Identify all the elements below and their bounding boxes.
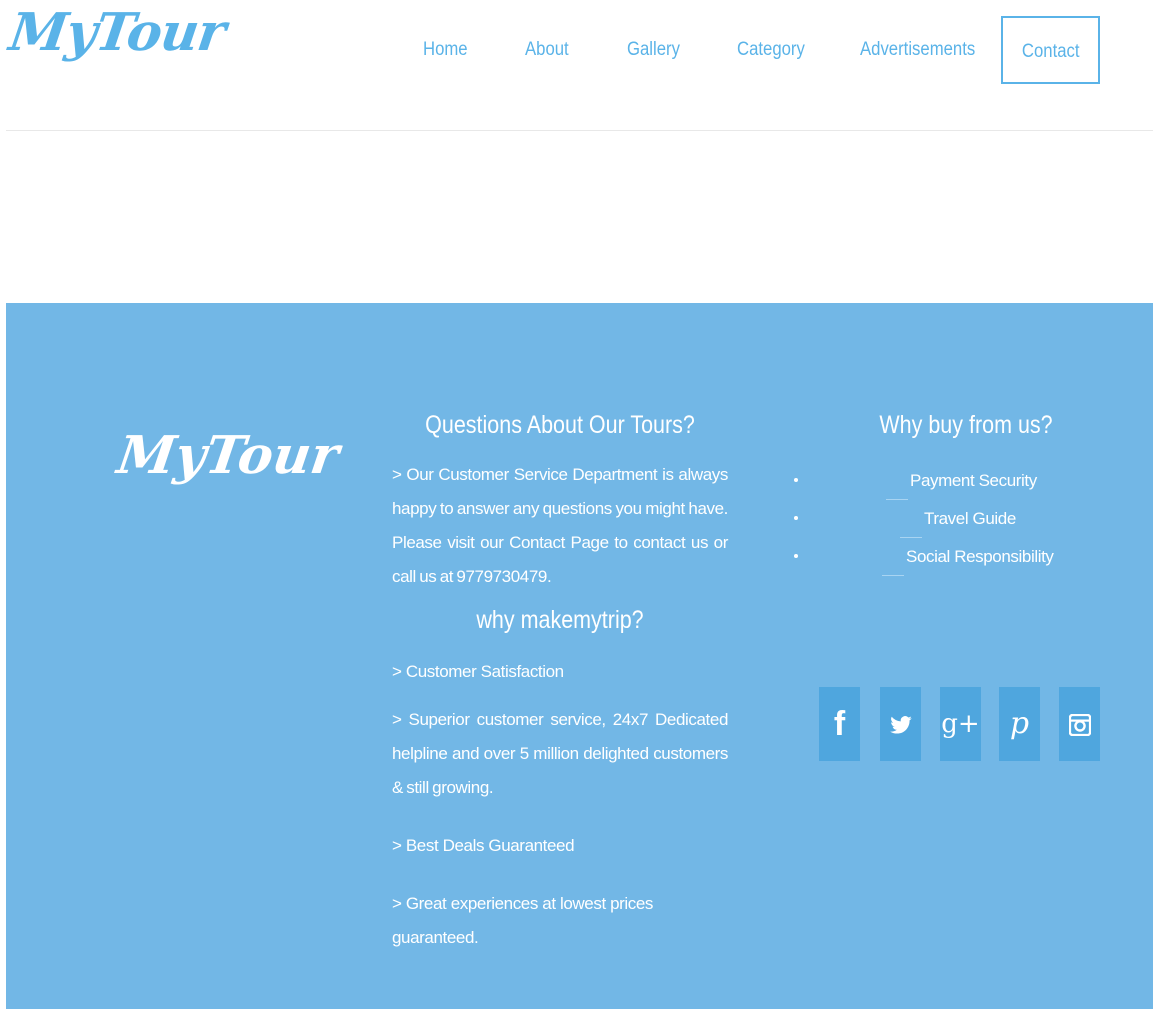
nav-gallery[interactable]: Gallery: [627, 16, 680, 84]
twitter-icon[interactable]: [880, 687, 921, 761]
header-divider: [6, 130, 1153, 131]
why-item-3: > Best Deals Guaranteed: [392, 836, 575, 855]
instagram-icon[interactable]: [1059, 687, 1100, 761]
nav-contact-label: Contact: [1021, 41, 1080, 62]
nav-advertisements[interactable]: Advertisements: [860, 16, 975, 84]
nav-about[interactable]: About: [525, 16, 569, 84]
footer-why-buy-column: Why buy from us? Payment Security Travel…: [786, 411, 1116, 576]
why-buy-item: Social Responsibility: [786, 538, 1116, 576]
why-item-1: > Customer Satisfaction: [392, 662, 564, 681]
why-item-4: > Great experiences at lowest prices gua…: [392, 894, 654, 947]
site-header: MyTour Home About Gallery Category Adver…: [0, 0, 1153, 131]
why-buy-list: Payment Security Travel Guide Social Res…: [786, 462, 1116, 576]
questions-text: > Our Customer Service Department is alw…: [392, 465, 728, 586]
footer-info-column: Questions About Our Tours? > Our Custome…: [392, 411, 728, 955]
why-item-2: > Superior customer service, 24x7 Dedica…: [392, 710, 728, 797]
why-buy-item-label: Payment Security: [886, 462, 1037, 500]
nav-contact[interactable]: Contact: [1001, 16, 1100, 84]
why-buy-item: Payment Security: [786, 462, 1116, 500]
why-buy-item-label: Travel Guide: [900, 500, 1016, 538]
instagram-camera-glyph: [1068, 713, 1091, 737]
questions-heading: Questions About Our Tours?: [425, 411, 695, 439]
pinterest-icon[interactable]: p: [999, 687, 1040, 761]
main-nav: Home About Gallery Category Advertisemen…: [0, 16, 1153, 84]
bullet-icon: [794, 478, 798, 482]
why-buy-heading: Why buy from us?: [879, 411, 1053, 439]
bullet-icon: [794, 516, 798, 520]
why-makemytrip-heading: why makemytrip?: [476, 606, 644, 634]
google-plus-icon[interactable]: g+: [940, 687, 981, 761]
site-footer: MyTour Questions About Our Tours? > Our …: [6, 303, 1153, 1009]
footer-logo: MyTour: [113, 425, 343, 486]
why-buy-item: Travel Guide: [786, 500, 1116, 538]
bullet-icon: [794, 554, 798, 558]
why-buy-item-label: Social Responsibility: [882, 538, 1054, 576]
facebook-icon[interactable]: f: [819, 687, 860, 761]
nav-category[interactable]: Category: [737, 16, 805, 84]
nav-home[interactable]: Home: [423, 16, 468, 84]
twitter-bird-glyph: [889, 716, 912, 734]
